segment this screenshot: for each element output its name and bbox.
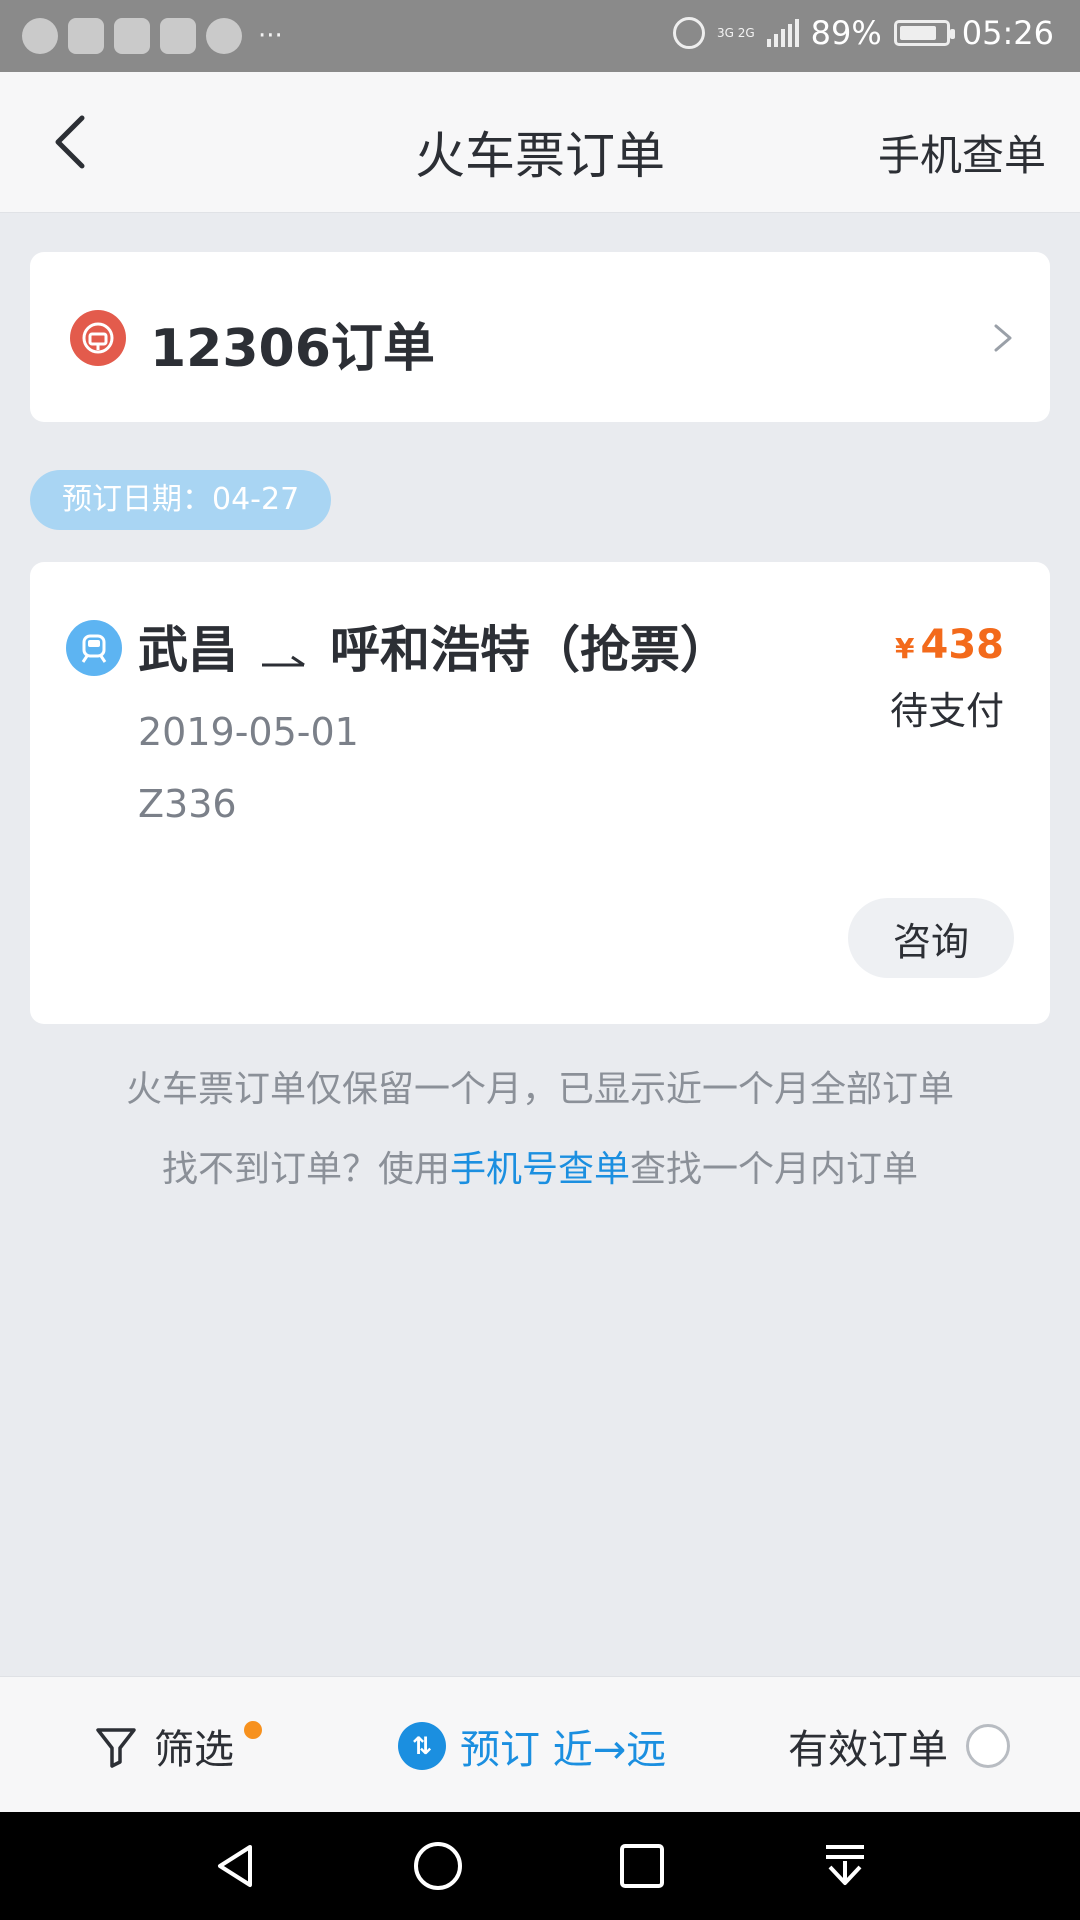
circle-home-icon [414, 1842, 462, 1890]
pull-down-icon [826, 1845, 864, 1885]
payment-status: 待支付 [889, 689, 1004, 733]
departure-station: 武昌 [138, 621, 238, 679]
train-icon [66, 620, 122, 676]
battery-icon [893, 20, 955, 46]
filter-label: 筛选 [154, 1727, 234, 1773]
filter-button[interactable]: 筛选 [92, 1717, 262, 1775]
order-card[interactable]: 武昌 呼和浩特（抢票） ¥ 438 待支付 2019-05-01 Z336 咨询 [30, 562, 1050, 1024]
status-bar: ··· 3G 2G 89% 05:26 [0, 0, 1080, 72]
train-number: Z336 [138, 782, 237, 826]
currency-symbol: ¥ [895, 632, 915, 665]
app-header: 火车票订单 手机查单 [0, 72, 1080, 213]
booking-date-badge: 预订日期：04-27 [30, 470, 332, 530]
alarm-icon [672, 17, 705, 49]
sort-button[interactable]: ⇅ 预订 近→远 [398, 1717, 666, 1775]
travel-date: 2019-05-01 [138, 710, 359, 754]
globe-icon [160, 18, 196, 54]
phone-lookup-button[interactable]: 手机查单 [878, 122, 1046, 183]
nav-notification-button[interactable] [815, 1836, 875, 1896]
filter-icon [96, 1728, 136, 1768]
valid-orders-toggle[interactable]: 有效订单 [788, 1717, 1010, 1775]
app-icon [206, 18, 242, 54]
clock: 05:26 [961, 14, 1054, 52]
lookup-note-prefix: 找不到订单？使用 [161, 1149, 450, 1190]
valid-orders-label: 有效订单 [788, 1727, 948, 1773]
price-amount: 438 [920, 622, 1005, 668]
nav-back-button[interactable] [205, 1836, 265, 1896]
more-notifications-icon: ··· [258, 21, 283, 51]
notification-icons: ··· [22, 18, 283, 54]
order-source-card-12306[interactable]: 12306订单 [30, 252, 1050, 422]
bottom-toolbar: 筛选 ⇅ 预订 近→远 有效订单 [0, 1676, 1080, 1813]
nav-home-button[interactable] [408, 1836, 468, 1896]
lookup-note-suffix: 查找一个月内订单 [630, 1149, 919, 1190]
chevron-right-icon [994, 324, 1012, 352]
lookup-note: 找不到订单？使用手机号查单查找一个月内订单 [0, 1140, 1080, 1192]
message-icon [22, 18, 58, 54]
sort-icon: ⇅ [398, 1722, 446, 1770]
signal-icon [766, 19, 799, 47]
arrival-station: 呼和浩特（抢票） [330, 621, 730, 679]
order-source-label: 12306订单 [150, 319, 435, 379]
route: 武昌 呼和浩特（抢票） [138, 610, 730, 682]
arrow-right-icon [260, 631, 308, 667]
network-type: 3G 2G [716, 26, 755, 40]
nav-recents-button[interactable] [612, 1836, 672, 1896]
valid-orders-radio[interactable] [966, 1724, 1010, 1768]
phone-lookup-link[interactable]: 手机号查单 [450, 1149, 630, 1190]
consult-button[interactable]: 咨询 [848, 898, 1014, 978]
huawei-icon [114, 18, 150, 54]
battery-percent: 89% [810, 14, 882, 52]
sort-label: 预订 近→远 [460, 1727, 667, 1773]
system-navigation-bar [0, 1812, 1080, 1920]
baidu-icon [68, 18, 104, 54]
system-status: 3G 2G 89% 05:26 [672, 14, 1054, 52]
order-price: ¥ 438 [895, 622, 1004, 668]
railway-logo-icon [70, 310, 126, 366]
square-recents-icon [620, 1844, 664, 1888]
filter-indicator-dot [244, 1721, 262, 1739]
retention-note: 火车票订单仅保留一个月，已显示近一个月全部订单 [125, 1069, 954, 1110]
triangle-back-icon [218, 1845, 252, 1887]
